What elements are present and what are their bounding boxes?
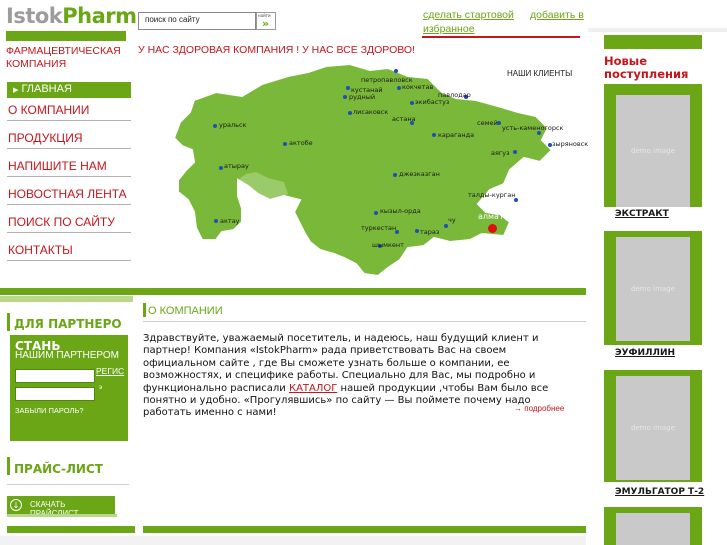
login-field[interactable] [15, 369, 95, 383]
nav-item-about[interactable]: О КОМПАНИИ [7, 97, 131, 121]
nav-item-home[interactable]: ▶ ГЛАВНАЯ [7, 82, 131, 98]
product-card[interactable]: demo image [604, 89, 702, 207]
partner-title: ДЛЯ ПАРТНЕРО [14, 317, 122, 331]
slogan: У НАС ЗДОРОВАЯ КОМПАНИЯ ! У НАС ВСЕ ЗДОР… [138, 44, 415, 56]
pricelist-title: ПРАЙС-ЛИСТ [14, 462, 103, 476]
add-favorite-link-line2[interactable]: избранное [423, 23, 475, 35]
logo-subtitle: ФАРМАЦЕВТИЧЕСКАЯ КОМПАНИЯ [6, 45, 121, 71]
nav-item-contact-us[interactable]: НАПИШИТЕ НАМ [7, 153, 131, 177]
product-link[interactable]: ЭУФИЛЛИН [615, 348, 675, 358]
pricelist-title-bar [7, 457, 10, 475]
new-arrivals-title-line1: Новые [604, 54, 648, 68]
about-title: О КОМПАНИИ [148, 305, 223, 317]
nav-item-news[interactable]: НОВОСТНАЯ ЛЕНТА [7, 181, 131, 205]
search-button[interactable]: найти » [256, 12, 276, 30]
product-card[interactable]: demo image [604, 370, 702, 482]
product-image[interactable]: demo image [616, 237, 690, 341]
product-card[interactable] [604, 507, 702, 545]
demo-image-text: demo image [631, 147, 675, 155]
product-link[interactable]: ЭКСТРАКТ [615, 209, 669, 219]
pricelist-rule [7, 484, 129, 485]
logo-bar [6, 31, 126, 41]
nav-item-contacts[interactable]: КОНТАКТЫ [7, 237, 131, 261]
product-image[interactable]: demo image [616, 376, 690, 480]
map-shape [172, 62, 554, 278]
nav-item-search[interactable]: ПОИСК ПО САЙТУ [7, 209, 131, 233]
add-favorite-link[interactable]: добавить в [530, 9, 584, 21]
logo[interactable]: IstokPharm ФАРМАЦЕВТИЧЕСКАЯ КОМПАНИЯ [6, 4, 137, 74]
nav-item-products[interactable]: ПРОДУКЦИЯ [7, 125, 131, 149]
logo-subtitle-line2: КОМПАНИЯ [6, 58, 67, 70]
forgot-password-link[interactable]: ЗАБЫЛИ ПАРОЛЬ? [15, 406, 84, 415]
header-red-rule [422, 36, 580, 38]
password-field[interactable] [15, 387, 95, 401]
search-input[interactable]: поиск по сайту [138, 12, 256, 30]
divider-bar [0, 288, 586, 295]
partner-login-box: СТАНЬ НАШИМ ПАРТНЕРОМ РЕГИС э ЗАБЫЛИ ПАР… [10, 335, 128, 441]
download-arrow-icon: ↓ [10, 499, 22, 511]
logo-brand-part2: Pharm [62, 4, 137, 28]
logo-subtitle-line1: ФАРМАЦЕВТИЧЕСКАЯ [6, 45, 121, 57]
about-rule [143, 321, 586, 322]
partner-our-partner: НАШИМ ПАРТНЕРОМ [15, 350, 119, 361]
triangle-right-icon: ▶ [13, 87, 19, 94]
partner-title-bar [7, 313, 10, 331]
new-arrivals-title-line2: поступления [604, 67, 689, 81]
demo-image-text: demo image [631, 424, 675, 432]
product-link[interactable]: ЭМУЛЬГАТОР Т-2 [615, 487, 704, 497]
footer-left-bar [7, 526, 135, 533]
more-link-label: подробнее [524, 404, 565, 413]
nav-item-home-label: ГЛАВНАЯ [21, 83, 72, 95]
register-link[interactable]: РЕГИС [96, 366, 124, 376]
arrow-right-icon: → [514, 404, 522, 413]
map-country-shape [172, 62, 554, 278]
footer-divider-bar [143, 526, 586, 533]
set-start-page-link[interactable]: сделать стартовой [423, 9, 514, 21]
product-image[interactable]: demo image [616, 95, 690, 207]
new-arrivals-title: Новые поступления [604, 55, 688, 81]
divider-shadow [0, 296, 133, 302]
our-clients-label: НАШИ КЛИЕНТЫ [507, 69, 573, 78]
logo-brand-part1: Istok [6, 4, 63, 28]
enter-button[interactable]: э [99, 384, 102, 391]
more-link[interactable]: → подробнее [514, 404, 564, 413]
kazakhstan-map [138, 62, 586, 284]
new-arrivals-top-bar [604, 35, 702, 49]
download-pricelist-button[interactable]: ↓ СКАЧАТЬ ПРАЙСЛИСТ [7, 496, 115, 518]
download-shadow [7, 514, 117, 517]
double-chevron-right-icon: » [262, 17, 270, 30]
right-top-strip [588, 28, 727, 32]
demo-image-text: demo image [631, 285, 675, 293]
about-title-bar [143, 303, 146, 317]
product-image[interactable] [616, 513, 690, 545]
catalog-link[interactable]: КАТАЛОГ [289, 383, 337, 394]
footer-strip [0, 536, 586, 545]
product-card[interactable]: demo image [604, 231, 702, 345]
